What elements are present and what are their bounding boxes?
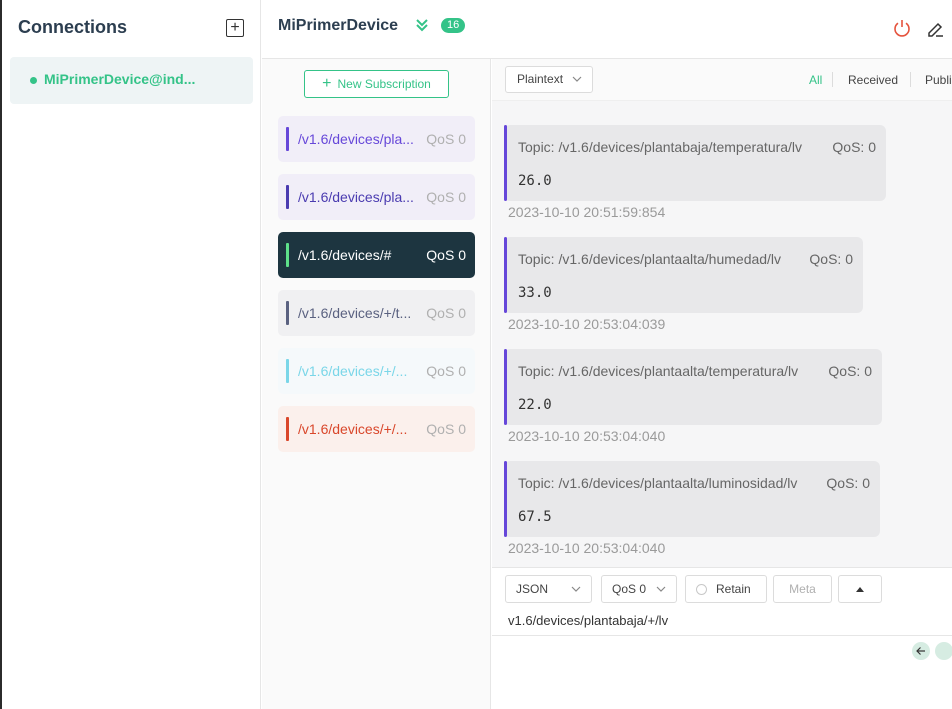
subscription-topic: /v1.6/devices/+/... (298, 421, 408, 437)
filter-all[interactable]: All (809, 73, 822, 87)
message-payload: 26.0 (518, 173, 552, 189)
message-color-bar (504, 237, 507, 313)
message-count-badge: 16 (441, 18, 466, 33)
new-subscription-button[interactable]: + New Subscription (304, 70, 449, 98)
subscription-qos: QoS 0 (426, 363, 466, 379)
history-back-button[interactable] (912, 642, 930, 660)
message-qos: QoS: 0 (832, 139, 876, 155)
message-card[interactable]: Topic: /v1.6/devices/plantabaja/temperat… (504, 125, 886, 201)
subscription-topic: /v1.6/devices/+/t... (298, 305, 412, 321)
filter-divider (832, 72, 833, 87)
message-payload: 22.0 (518, 397, 552, 413)
message-toolbar: Plaintext All Received Publi (492, 59, 952, 101)
arrow-left-icon (916, 647, 925, 655)
message-topic: Topic: /v1.6/devices/plantaalta/humedad/… (518, 251, 782, 267)
subscription-color-bar (286, 185, 289, 209)
subscription-qos: QoS 0 (426, 131, 466, 147)
payload-format-select[interactable]: Plaintext (505, 66, 593, 93)
subscription-color-bar (286, 359, 289, 383)
caret-up-icon (856, 586, 864, 592)
message-timestamp: 2023-10-10 20:53:04:039 (508, 316, 666, 332)
subscription-item[interactable]: /v1.6/devices/+/... QoS 0 (278, 406, 475, 452)
message-card[interactable]: Topic: /v1.6/devices/plantaalta/humedad/… (504, 237, 863, 313)
message-payload: 67.5 (518, 509, 552, 525)
payload-format-value: Plaintext (517, 72, 564, 86)
subscription-color-bar (286, 417, 289, 441)
message-color-bar (504, 125, 507, 201)
publish-format-select[interactable]: JSON (505, 575, 592, 603)
history-next-button[interactable] (935, 642, 952, 660)
retain-label: Retain (716, 582, 751, 596)
message-timestamp: 2023-10-10 20:51:59:854 (508, 204, 666, 220)
new-subscription-label: New Subscription (337, 77, 431, 91)
connection-header: MiPrimerDevice 16 (262, 0, 952, 59)
chevron-down-icon (571, 586, 581, 592)
subscription-qos: QoS 0 (426, 189, 466, 205)
message-topic: Topic: /v1.6/devices/plantaalta/luminosi… (518, 475, 798, 491)
subscription-color-bar (286, 301, 289, 325)
subscription-topic: /v1.6/devices/pla... (298, 189, 414, 205)
connection-title: MiPrimerDevice (278, 17, 399, 34)
publish-bar: JSON QoS 0 Retain Meta v1.6/devices/plan… (492, 567, 952, 636)
message-qos: QoS: 0 (826, 475, 870, 491)
subscription-item[interactable]: /v1.6/devices/# QoS 0 (278, 232, 475, 278)
subscription-color-bar (286, 243, 289, 267)
subscription-topic: /v1.6/devices/pla... (298, 131, 414, 147)
add-connection-icon[interactable]: + (226, 19, 244, 37)
publish-qos-value: QoS 0 (612, 582, 647, 596)
meta-button[interactable]: Meta (773, 575, 832, 603)
publish-payload-editor[interactable] (492, 636, 952, 709)
disconnect-power-icon[interactable] (892, 18, 912, 38)
message-card[interactable]: Topic: /v1.6/devices/plantaalta/temperat… (504, 349, 882, 425)
connection-item[interactable]: MiPrimerDevice@ind... (10, 57, 253, 104)
retain-toggle[interactable]: Retain (685, 575, 767, 603)
filter-published[interactable]: Publi (925, 73, 952, 87)
subscription-qos: QoS 0 (426, 305, 466, 321)
subscription-item[interactable]: /v1.6/devices/+/t... QoS 0 (278, 290, 475, 336)
filter-divider (910, 72, 911, 87)
message-color-bar (504, 461, 507, 537)
chevron-down-icon (572, 76, 582, 82)
subscription-item[interactable]: /v1.6/devices/pla... QoS 0 (278, 116, 475, 162)
connections-title: Connections (18, 17, 128, 37)
expand-button[interactable] (838, 575, 882, 603)
chevron-double-down-icon[interactable] (414, 17, 430, 33)
message-topic: Topic: /v1.6/devices/plantabaja/temperat… (518, 139, 803, 155)
message-timestamp: 2023-10-10 20:53:04:040 (508, 428, 666, 444)
subscriptions-panel: + New Subscription /v1.6/devices/pla... … (262, 59, 491, 709)
message-timestamp: 2023-10-10 20:53:04:040 (508, 540, 666, 556)
message-list[interactable]: Topic: /v1.6/devices/plantabaja/temperat… (492, 101, 952, 567)
subscription-qos: QoS 0 (426, 421, 466, 437)
filter-received[interactable]: Received (848, 73, 898, 87)
plus-icon: + (322, 75, 332, 92)
message-qos: QoS: 0 (809, 251, 853, 267)
message-color-bar (504, 349, 507, 425)
message-payload: 33.0 (518, 285, 552, 301)
subscription-item[interactable]: /v1.6/devices/pla... QoS 0 (278, 174, 475, 220)
connection-status-dot (30, 77, 37, 84)
message-topic: Topic: /v1.6/devices/plantaalta/temperat… (518, 363, 799, 379)
subscription-qos: QoS 0 (426, 247, 466, 263)
publish-qos-select[interactable]: QoS 0 (601, 575, 677, 603)
chevron-down-icon (656, 586, 666, 592)
edit-icon[interactable] (925, 18, 945, 38)
subscription-color-bar (286, 127, 289, 151)
subscription-item[interactable]: /v1.6/devices/+/... QoS 0 (278, 348, 475, 394)
message-qos: QoS: 0 (828, 363, 872, 379)
connections-sidebar: Connections + MiPrimerDevice@ind... (2, 0, 261, 709)
subscription-topic: /v1.6/devices/# (298, 247, 392, 263)
connection-name: MiPrimerDevice@ind... (44, 71, 196, 87)
publish-format-value: JSON (516, 582, 549, 596)
message-card[interactable]: Topic: /v1.6/devices/plantaalta/luminosi… (504, 461, 880, 537)
publish-topic-input[interactable]: v1.6/devices/plantabaja/+/lv (508, 613, 668, 628)
subscription-topic: /v1.6/devices/+/... (298, 363, 408, 379)
retain-radio (696, 584, 707, 595)
